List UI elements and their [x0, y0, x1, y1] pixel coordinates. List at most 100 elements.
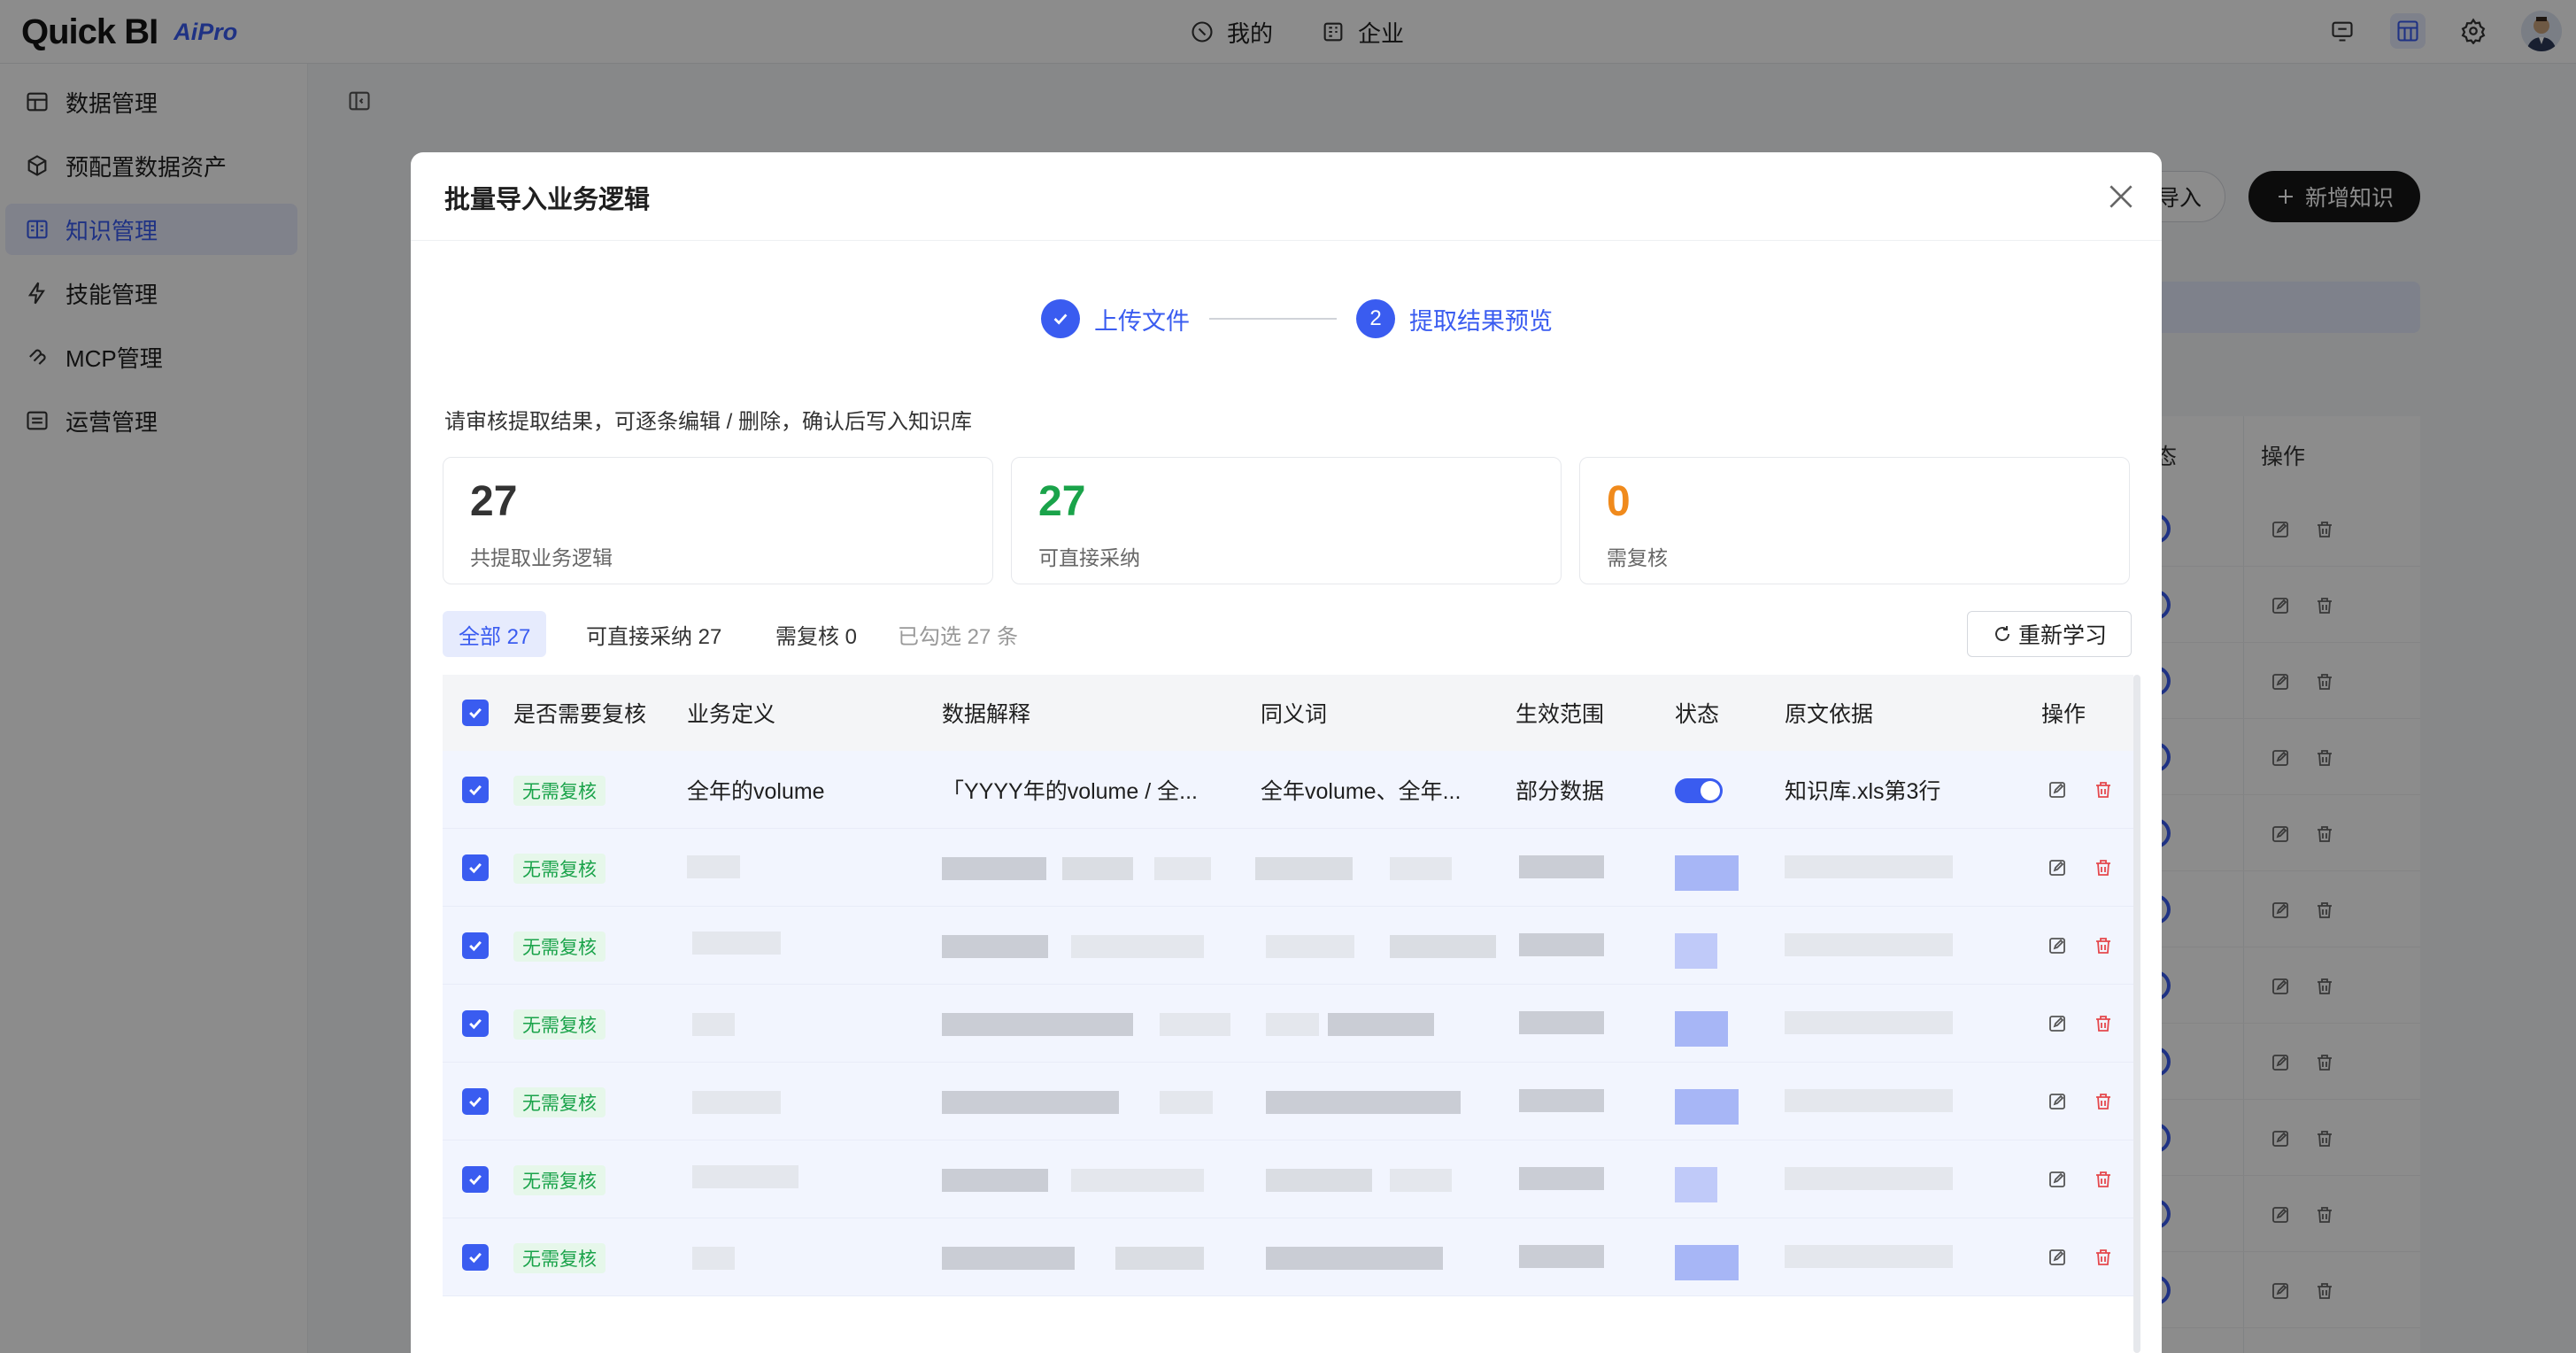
- edit-icon[interactable]: [2047, 1169, 2068, 1190]
- filter-tab-adoptable[interactable]: 可直接采纳 27: [586, 611, 721, 657]
- blurred-content: [1519, 933, 1604, 956]
- blurred-content: [1675, 1089, 1739, 1125]
- edit-icon[interactable]: [2047, 1091, 2068, 1112]
- table-scrollbar[interactable]: [2133, 675, 2140, 1353]
- close-icon[interactable]: [2103, 179, 2139, 214]
- blurred-content: [1519, 1167, 1604, 1190]
- review-status-tag: 无需复核: [513, 1243, 605, 1273]
- filter-tab-review[interactable]: 需复核 0: [775, 611, 857, 657]
- trash-icon[interactable]: [2093, 1247, 2114, 1268]
- blurred-content: [1519, 855, 1604, 878]
- trash-icon[interactable]: [2093, 1013, 2114, 1034]
- batch-import-modal: 批量导入业务逻辑 上传文件 2 提取结果预览 请审核提取结果，可逐条编辑 / 删…: [411, 152, 2162, 1353]
- modal-title: 批量导入业务逻辑: [444, 186, 651, 214]
- blurred-content: [692, 932, 781, 955]
- status-toggle[interactable]: [1675, 778, 1723, 803]
- blurred-content: [1675, 855, 1739, 891]
- column-header-synonyms: 同义词: [1261, 702, 1328, 727]
- stat-review-label: 需复核: [1607, 546, 1668, 569]
- blurred-content: [692, 1247, 735, 1270]
- row-checkbox[interactable]: [462, 1010, 489, 1037]
- review-status-tag: 无需复核: [513, 1009, 605, 1040]
- edit-icon[interactable]: [2047, 935, 2068, 956]
- trash-icon[interactable]: [2093, 1169, 2114, 1190]
- blurred-content: [1390, 857, 1452, 880]
- app-root: Quick BI AiPro 我的 企业 数据管理 预配置数据资产 知识管理 技…: [0, 0, 2576, 1353]
- cell-synonyms: 全年volume、全年...: [1261, 779, 1462, 804]
- stat-card-adoptable: 27 可直接采纳: [1011, 457, 1562, 584]
- blurred-content: [1266, 1247, 1443, 1270]
- blurred-content: [942, 1169, 1048, 1192]
- blurred-content: [692, 1013, 735, 1036]
- row-checkbox[interactable]: [462, 932, 489, 959]
- column-header-actions: 操作: [2041, 702, 2086, 727]
- table-row[interactable]: 无需复核: [443, 1140, 2133, 1218]
- edit-icon[interactable]: [2047, 857, 2068, 878]
- blurred-content: [1062, 857, 1133, 880]
- blurred-content: [1160, 1013, 1230, 1036]
- table-row[interactable]: 无需复核: [443, 829, 2133, 907]
- row-checkbox[interactable]: [462, 1244, 489, 1271]
- step-2-circle: 2: [1356, 299, 1395, 338]
- refresh-icon: [1995, 626, 2009, 641]
- table-row[interactable]: 无需复核 全年的volume 「YYYY年的volume / 全... 全年volum…: [443, 751, 2133, 829]
- blurred-content: [942, 1013, 1133, 1036]
- table-header: 是否需要复核 业务定义 数据解释 同义词 生效范围 状态 原文依据 操作: [443, 675, 2133, 751]
- blurred-content: [1675, 933, 1717, 969]
- select-all-checkbox[interactable]: [462, 700, 489, 726]
- cell-source: 知识库.xls第3行: [1785, 779, 1941, 804]
- blurred-content: [1519, 1089, 1604, 1112]
- stat-total-label: 共提取业务逻辑: [470, 546, 613, 569]
- step-connector: [1209, 318, 1337, 320]
- table-row[interactable]: 无需复核: [443, 1063, 2133, 1140]
- relearn-button[interactable]: 重新学习: [1967, 611, 2132, 657]
- check-icon: [469, 1096, 482, 1108]
- table-row[interactable]: 无需复核: [443, 1218, 2133, 1296]
- trash-icon[interactable]: [2093, 779, 2114, 800]
- check-icon: [469, 785, 482, 796]
- blurred-content: [1115, 1247, 1204, 1270]
- blurred-content: [1390, 935, 1496, 958]
- results-table: 是否需要复核 业务定义 数据解释 同义词 生效范围 状态 原文依据 操作 无需复…: [443, 675, 2146, 1353]
- trash-icon[interactable]: [2093, 935, 2114, 956]
- edit-icon[interactable]: [2047, 1247, 2068, 1268]
- blurred-content: [1519, 1245, 1604, 1268]
- blurred-content: [1785, 1167, 1953, 1190]
- check-icon: [469, 1018, 482, 1030]
- trash-icon[interactable]: [2093, 1091, 2114, 1112]
- blurred-content: [1785, 933, 1953, 956]
- column-header-review: 是否需要复核: [513, 702, 647, 727]
- table-row[interactable]: 无需复核: [443, 907, 2133, 985]
- review-status-tag: 无需复核: [513, 1165, 605, 1195]
- blurred-content: [1785, 1089, 1953, 1112]
- check-icon: [469, 707, 482, 719]
- check-icon: [1053, 313, 1068, 325]
- blurred-content: [1071, 935, 1204, 958]
- blurred-content: [942, 935, 1048, 958]
- selected-count: 已勾选 27 条: [898, 624, 1019, 649]
- step-1-circle: [1041, 299, 1080, 338]
- relearn-label: 重新学习: [2017, 623, 2107, 648]
- edit-icon[interactable]: [2047, 1013, 2068, 1034]
- row-checkbox[interactable]: [462, 777, 489, 803]
- filter-tab-all[interactable]: 全部 27: [443, 611, 547, 657]
- stat-card-review: 0 需复核: [1579, 457, 2130, 584]
- row-checkbox[interactable]: [462, 1166, 489, 1193]
- blurred-content: [1390, 1169, 1452, 1192]
- edit-icon[interactable]: [2047, 779, 2068, 800]
- stat-card-total: 27 共提取业务逻辑: [443, 457, 993, 584]
- blurred-content: [1266, 1091, 1461, 1114]
- column-header-explanation: 数据解释: [942, 702, 1031, 727]
- blurred-content: [1328, 1013, 1434, 1036]
- step-1-label: 上传文件: [1094, 307, 1190, 335]
- row-checkbox[interactable]: [462, 1088, 489, 1115]
- review-status-tag: 无需复核: [513, 932, 605, 962]
- table-row[interactable]: 无需复核: [443, 985, 2133, 1063]
- column-header-status: 状态: [1675, 702, 1720, 727]
- stat-total-value: 27: [470, 478, 518, 525]
- step-indicator: 上传文件 2 提取结果预览: [1041, 298, 1553, 340]
- row-checkbox[interactable]: [462, 854, 489, 881]
- blurred-content: [942, 1091, 1119, 1114]
- blurred-content: [1675, 1011, 1728, 1047]
- trash-icon[interactable]: [2093, 857, 2114, 878]
